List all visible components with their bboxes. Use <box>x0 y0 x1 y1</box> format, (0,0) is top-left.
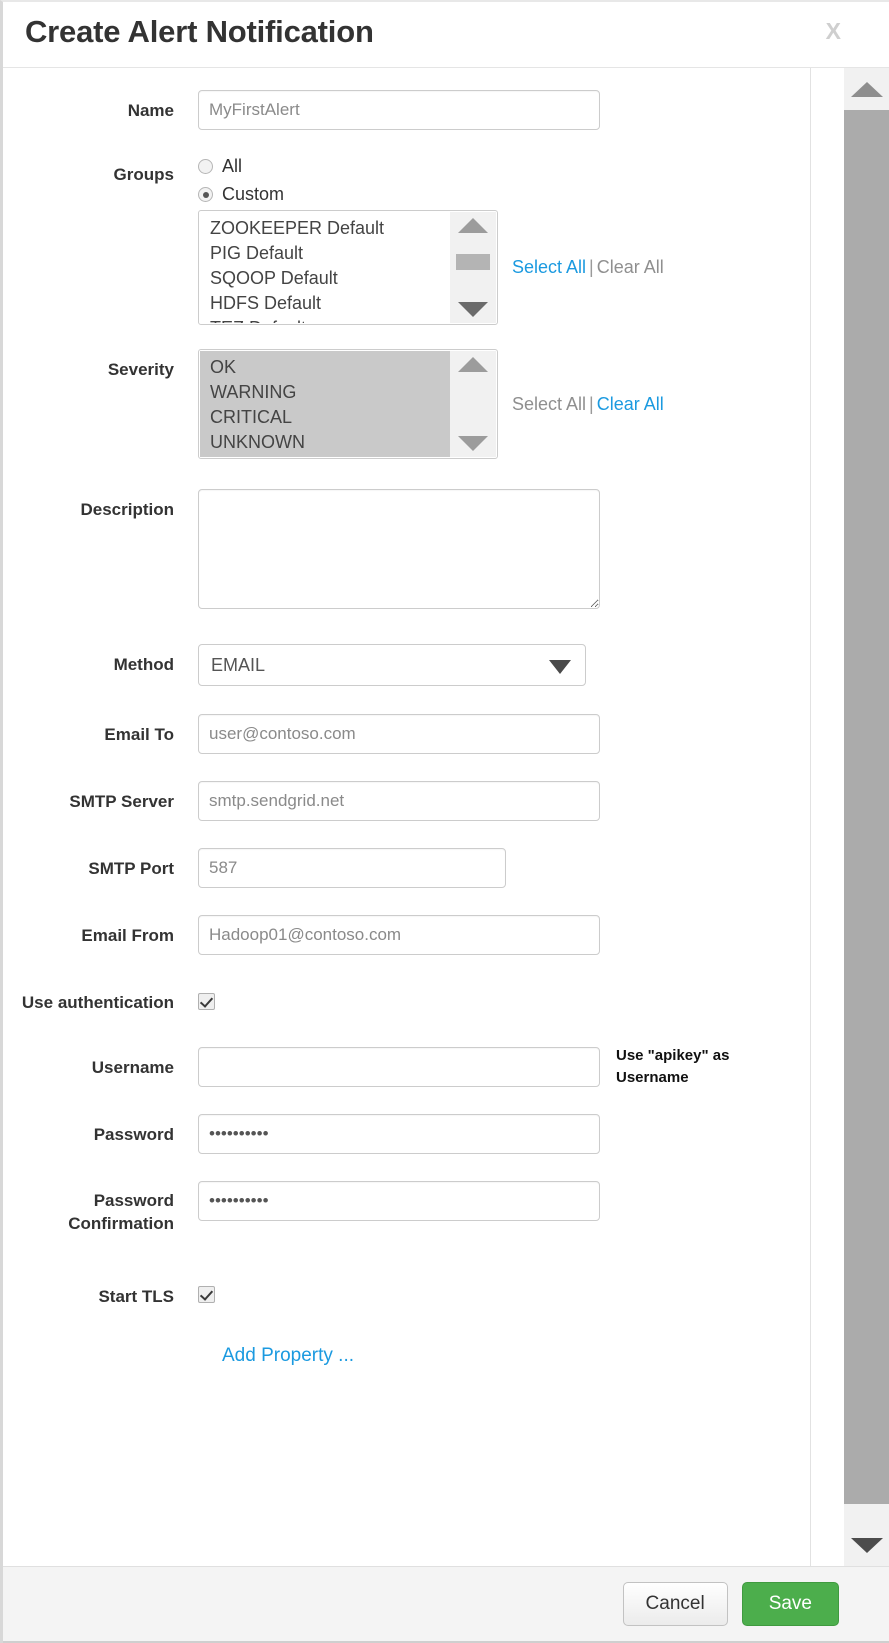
scroll-up-icon[interactable] <box>458 218 488 233</box>
smtp-server-label: SMTP Server <box>3 781 198 815</box>
field-row-name: Name <box>3 90 810 130</box>
password-confirmation-input[interactable] <box>198 1181 600 1221</box>
field-row-method: Method EMAIL <box>3 644 810 686</box>
groups-radio-custom-label: Custom <box>222 184 284 205</box>
list-item[interactable]: TEZ Default <box>210 316 450 323</box>
scrollbar-thumb[interactable] <box>456 254 490 270</box>
smtp-port-label: SMTP Port <box>3 848 198 882</box>
groups-select-wrap: ZOOKEEPER Default PIG Default SQOOP Defa… <box>198 210 810 325</box>
severity-listbox-scrollbar[interactable] <box>450 351 496 457</box>
severity-listbox[interactable]: OK WARNING CRITICAL UNKNOWN <box>198 349 498 459</box>
smtp-server-input[interactable] <box>198 781 600 821</box>
field-row-severity: Severity OK WARNING CRITICAL UNKNOWN <box>3 349 810 459</box>
email-from-label: Email From <box>3 915 198 949</box>
field-row-start-tls: Start TLS <box>3 1276 810 1310</box>
list-item[interactable]: SQOOP Default <box>210 266 450 291</box>
groups-options: ZOOKEEPER Default PIG Default SQOOP Defa… <box>200 212 450 323</box>
add-property-link[interactable]: Add Property ... <box>198 1345 354 1366</box>
arrow-up-icon <box>851 82 883 97</box>
password-label: Password <box>3 1114 198 1148</box>
groups-radio-all[interactable]: All <box>198 154 810 179</box>
description-textarea[interactable] <box>198 489 600 609</box>
list-item[interactable]: WARNING <box>210 380 450 405</box>
radio-all-icon <box>198 159 213 174</box>
username-annotation: Use "apikey" as Username <box>616 1045 756 1090</box>
field-row-username: Username Use "apikey" as Username <box>3 1047 810 1087</box>
scroll-down-icon[interactable] <box>458 436 488 451</box>
field-row-email-to: Email To <box>3 714 810 754</box>
groups-radio-custom[interactable]: Custom <box>198 182 810 207</box>
method-select[interactable]: EMAIL <box>198 644 586 686</box>
severity-label: Severity <box>3 349 198 383</box>
field-row-smtp-port: SMTP Port <box>3 848 810 888</box>
page-title: Create Alert Notification <box>25 14 374 50</box>
arrow-down-icon <box>851 1538 883 1553</box>
list-item[interactable]: UNKNOWN <box>210 430 450 455</box>
password-confirmation-label: Password Confirmation <box>3 1181 198 1236</box>
dialog-footer: Cancel Save <box>3 1566 889 1643</box>
severity-options: OK WARNING CRITICAL UNKNOWN <box>200 351 450 457</box>
alert-form: Name Groups All Custom <box>3 68 810 1566</box>
scrollbar-thumb[interactable] <box>844 110 889 1504</box>
severity-links-separator: | <box>586 394 597 414</box>
groups-links-separator: | <box>586 257 597 277</box>
method-selected-value: EMAIL <box>211 655 265 676</box>
chevron-down-icon <box>549 660 571 674</box>
dialog-scrollbar[interactable] <box>810 68 889 1566</box>
name-label: Name <box>3 90 198 124</box>
email-from-input[interactable] <box>198 915 600 955</box>
groups-select-all-link[interactable]: Select All <box>512 257 586 277</box>
field-row-password-confirmation: Password Confirmation <box>3 1181 810 1236</box>
radio-custom-icon <box>198 187 213 202</box>
field-row-smtp-server: SMTP Server <box>3 781 810 821</box>
groups-radio-all-label: All <box>222 156 242 177</box>
close-icon[interactable]: X <box>826 18 841 45</box>
use-authentication-label: Use authentication <box>3 983 198 1015</box>
list-item[interactable]: OK <box>210 355 450 380</box>
groups-listbox[interactable]: ZOOKEEPER Default PIG Default SQOOP Defa… <box>198 210 498 325</box>
field-row-use-authentication: Use authentication <box>3 983 810 1015</box>
dialog-body: Name Groups All Custom <box>3 68 889 1566</box>
scroll-down-button[interactable] <box>844 1524 889 1566</box>
username-input[interactable] <box>198 1047 600 1087</box>
severity-select-wrap: OK WARNING CRITICAL UNKNOWN Selec <box>198 349 810 459</box>
field-row-groups: Groups All Custom ZOOKEEPER Default <box>3 154 810 325</box>
create-alert-notification-dialog: Create Alert Notification X Name Groups … <box>0 0 889 1643</box>
scroll-up-icon[interactable] <box>458 357 488 372</box>
severity-clear-all-link[interactable]: Clear All <box>597 394 664 414</box>
list-item[interactable]: HDFS Default <box>210 291 450 316</box>
username-label: Username <box>3 1047 198 1081</box>
field-row-email-from: Email From <box>3 915 810 955</box>
scroll-up-button[interactable] <box>844 68 889 110</box>
dialog-header: Create Alert Notification X <box>3 2 889 68</box>
scroll-down-icon[interactable] <box>458 302 488 317</box>
password-input[interactable] <box>198 1114 600 1154</box>
method-label: Method <box>3 644 198 678</box>
groups-label: Groups <box>3 154 198 188</box>
severity-select-all-link[interactable]: Select All <box>512 394 586 414</box>
list-item[interactable]: ZOOKEEPER Default <box>210 216 450 241</box>
list-item[interactable]: CRITICAL <box>210 405 450 430</box>
use-authentication-checkbox[interactable] <box>198 993 215 1010</box>
groups-listbox-scrollbar[interactable] <box>450 212 496 323</box>
description-label: Description <box>3 489 198 523</box>
smtp-port-input[interactable] <box>198 848 506 888</box>
groups-clear-all-link[interactable]: Clear All <box>597 257 664 277</box>
name-input[interactable] <box>198 90 600 130</box>
start-tls-checkbox[interactable] <box>198 1286 215 1303</box>
email-to-input[interactable] <box>198 714 600 754</box>
field-row-description: Description <box>3 489 810 614</box>
save-button[interactable]: Save <box>742 1582 839 1626</box>
severity-select-links: Select All|Clear All <box>512 394 664 415</box>
start-tls-label: Start TLS <box>3 1276 198 1310</box>
list-item[interactable]: PIG Default <box>210 241 450 266</box>
field-row-password: Password <box>3 1114 810 1154</box>
groups-select-links: Select All|Clear All <box>512 257 664 278</box>
cancel-button[interactable]: Cancel <box>623 1582 728 1626</box>
email-to-label: Email To <box>3 714 198 748</box>
